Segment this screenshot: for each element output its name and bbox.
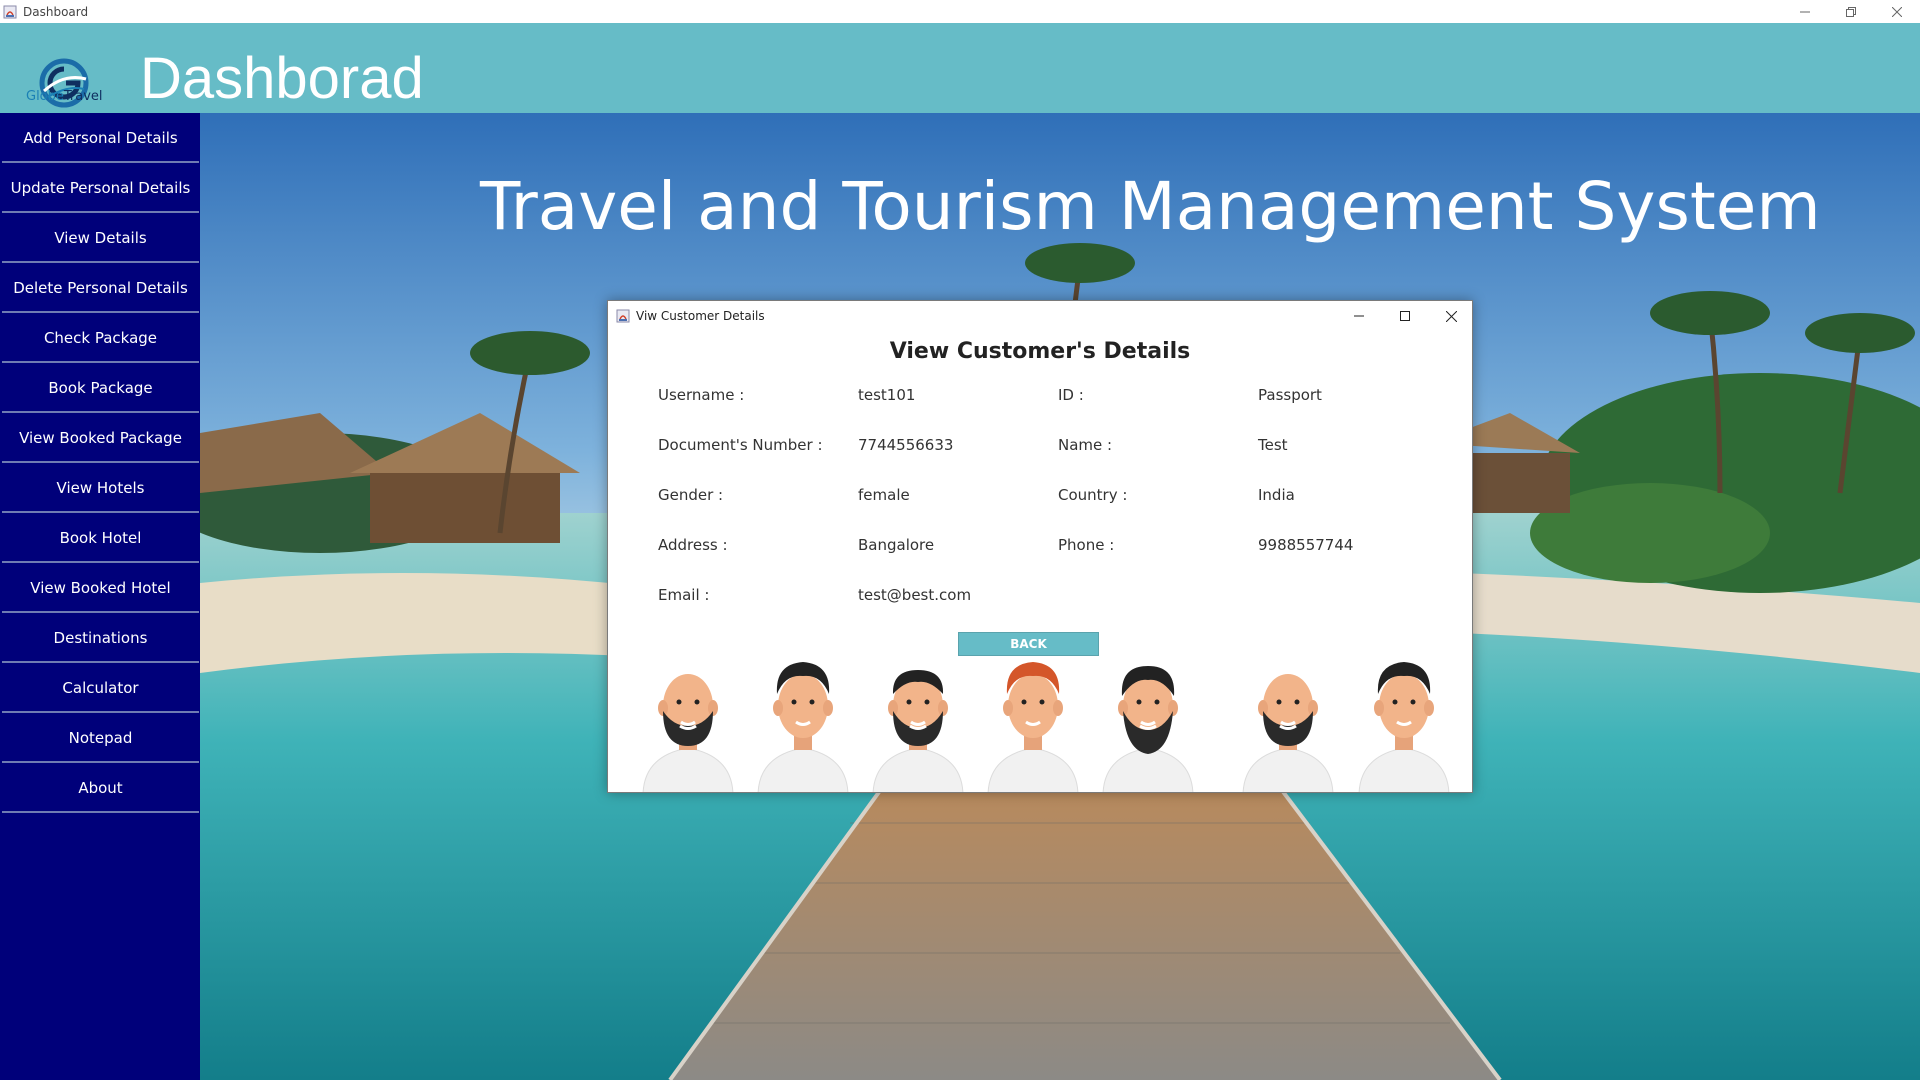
username-label: Username : [658, 386, 745, 404]
page-title: Dashborad [140, 46, 424, 111]
avatar [1357, 662, 1451, 792]
customer-details-dialog: Viw Customer Details View Customer's Det… [607, 300, 1473, 793]
dialog-minimize-button[interactable] [1336, 301, 1382, 331]
java-app-icon [616, 309, 630, 323]
avatar [756, 662, 850, 792]
name-value: Test [1258, 436, 1288, 454]
sidebar-item-view-hotels[interactable]: View Hotels [2, 465, 199, 513]
doc-number-label: Document's Number : [658, 436, 823, 454]
dialog-heading: View Customer's Details [889, 339, 1191, 364]
username-value: test101 [858, 386, 916, 404]
sidebar-item-book-hotel[interactable]: Book Hotel [2, 515, 199, 563]
country-value: India [1258, 486, 1295, 504]
dialog-titlebar: Viw Customer Details [608, 301, 1472, 331]
sidebar-item-view-booked-hotel[interactable]: View Booked Hotel [2, 565, 199, 613]
minimize-icon [1800, 11, 1810, 12]
sidebar-item-delete-personal-details[interactable]: Delete Personal Details [2, 265, 199, 313]
system-title: Travel and Tourism Management System [480, 168, 1821, 245]
header-bar: GlobeTravel Dashborad [0, 23, 1920, 113]
sidebar-item-about[interactable]: About [2, 765, 199, 813]
people-avatars-illustration [641, 662, 1451, 792]
window-controls [1782, 0, 1920, 23]
sidebar-item-notepad[interactable]: Notepad [2, 715, 199, 763]
phone-value: 9988557744 [1258, 536, 1354, 554]
gender-value: female [858, 486, 910, 504]
id-value: Passport [1258, 386, 1322, 404]
avatar [986, 662, 1080, 792]
sidebar-item-calculator[interactable]: Calculator [2, 665, 199, 713]
country-label: Country : [1058, 486, 1128, 504]
avatar [1101, 666, 1195, 792]
gender-label: Gender : [658, 486, 724, 504]
sidebar: Add Personal Details Update Personal Det… [0, 113, 200, 1080]
doc-number-value: 7744556633 [858, 436, 954, 454]
phone-label: Phone : [1058, 536, 1115, 554]
close-icon [1445, 310, 1457, 322]
address-label: Address : [658, 536, 728, 554]
name-label: Name : [1058, 436, 1113, 454]
sidebar-item-view-details[interactable]: View Details [2, 215, 199, 263]
restore-button[interactable] [1828, 0, 1874, 23]
dialog-maximize-button[interactable] [1382, 301, 1428, 331]
id-label: ID : [1058, 386, 1084, 404]
sidebar-item-destinations[interactable]: Destinations [2, 615, 199, 663]
avatar [1241, 672, 1335, 792]
dialog-close-button[interactable] [1428, 301, 1472, 331]
address-value: Bangalore [858, 536, 935, 554]
window-title: Dashboard [23, 4, 89, 19]
close-icon [1892, 6, 1902, 17]
sidebar-item-check-package[interactable]: Check Package [2, 315, 199, 363]
minimize-button[interactable] [1782, 0, 1828, 23]
back-button[interactable]: BACK [958, 632, 1099, 656]
sidebar-item-add-personal-details[interactable]: Add Personal Details [2, 115, 199, 163]
maximize-icon [1400, 311, 1410, 321]
dialog-title: Viw Customer Details [636, 309, 765, 323]
java-app-icon [3, 5, 17, 18]
close-button[interactable] [1874, 0, 1920, 23]
sidebar-item-update-personal-details[interactable]: Update Personal Details [2, 165, 199, 213]
logo-text: GlobeTravel [26, 89, 103, 104]
avatar [641, 672, 735, 792]
window-titlebar: Dashboard [0, 0, 1920, 23]
sidebar-item-book-package[interactable]: Book Package [2, 365, 199, 413]
minimize-icon [1354, 315, 1364, 317]
email-value: test@best.com [858, 586, 972, 604]
restore-icon [1846, 6, 1856, 17]
sidebar-item-view-booked-package[interactable]: View Booked Package [2, 415, 199, 463]
email-label: Email : [658, 586, 710, 604]
avatar [871, 670, 965, 792]
